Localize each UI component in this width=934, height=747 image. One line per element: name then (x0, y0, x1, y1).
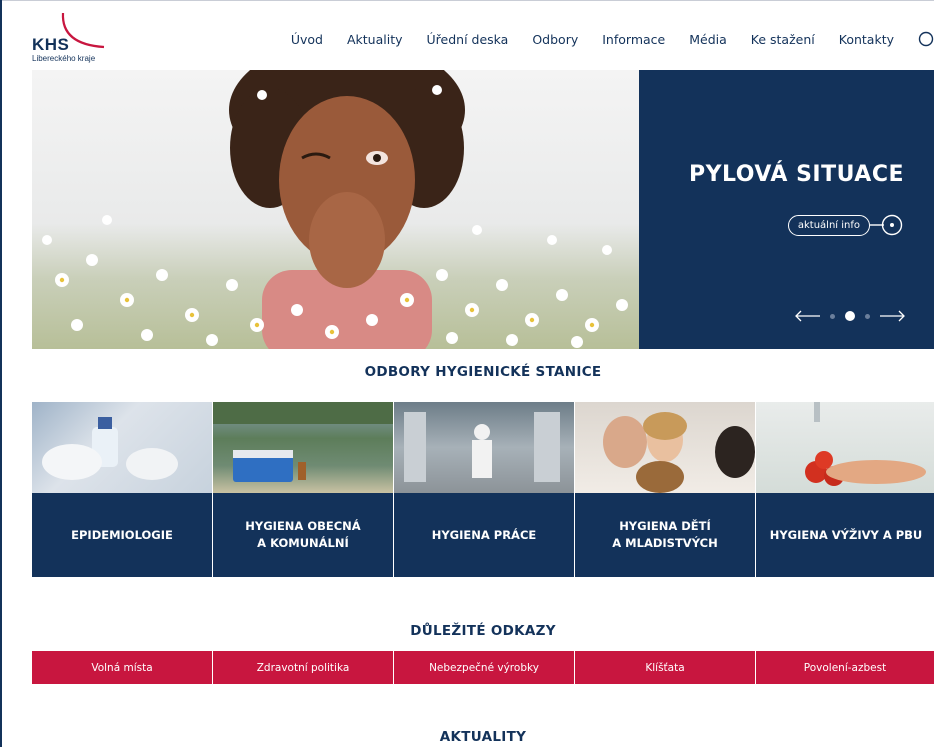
dept-card-hygiena-vyzivy[interactable]: HYGIENA VÝŽIVY A PBU (756, 402, 934, 577)
departments-grid: EPIDEMIOLOGIE HYGIENA OBECNÁ A KOMUNÁLNÍ… (32, 402, 934, 577)
search-icon[interactable] (918, 31, 934, 47)
dept-card-hygiena-obecna[interactable]: HYGIENA OBECNÁ A KOMUNÁLNÍ (213, 402, 393, 577)
arrow-right-icon[interactable] (880, 310, 906, 322)
link-klistata[interactable]: Klíšťata (575, 651, 755, 684)
slider-controls (794, 310, 906, 322)
links-heading: DŮLEŽITÉ ODKAZY (410, 623, 556, 639)
slider-dot-2[interactable] (845, 311, 855, 321)
factory-worker-image (404, 412, 560, 482)
hero-image (32, 70, 639, 349)
nav-item-aktuality[interactable]: Aktuality (347, 32, 403, 47)
link-povoleni-azbest[interactable]: Povolení-azbest (756, 651, 934, 684)
dept-label: HYGIENA DĚTÍ A MLADISTVÝCH (575, 493, 755, 577)
logo-text: KHS (32, 35, 70, 54)
dept-photo-epidemiologie (32, 402, 212, 493)
nav-item-media[interactable]: Média (689, 32, 727, 47)
dept-label: HYGIENA VÝŽIVY A PBU (756, 493, 934, 577)
dept-label: HYGIENA PRÁCE (394, 493, 574, 577)
dept-photo-hygiena-deti (575, 402, 755, 493)
news-heading: AKTUALITY (439, 729, 527, 745)
hero-slider: PYLOVÁ SITUACE aktuální info (32, 70, 934, 349)
hero-panel: PYLOVÁ SITUACE aktuální info (639, 70, 934, 349)
arrow-circle-icon[interactable] (870, 214, 904, 236)
nav-item-informace[interactable]: Informace (602, 32, 665, 47)
family-puppy-image (603, 412, 755, 493)
pond-cooler-image (213, 402, 393, 482)
hero-title: PYLOVÁ SITUACE (688, 162, 904, 187)
slider-dot-3[interactable] (865, 313, 870, 319)
dept-photo-hygiena-vyzivy (756, 402, 934, 493)
dept-card-hygiena-deti[interactable]: HYGIENA DĚTÍ A MLADISTVÝCH (575, 402, 755, 577)
dept-photo-hygiena-prace (394, 402, 574, 493)
main-nav: Úvod Aktuality Úřední deska Odbory Infor… (291, 31, 934, 47)
slider-dot-1[interactable] (830, 313, 835, 319)
link-volna-mista[interactable]: Volná místa (32, 651, 212, 684)
tomatoes-water-image (805, 402, 926, 486)
dept-photo-hygiena-obecna (213, 402, 393, 493)
important-links: Volná místa Zdravotní politika Nebezpečn… (32, 651, 934, 684)
nav-item-odbory[interactable]: Odbory (532, 32, 578, 47)
arrow-left-icon[interactable] (794, 310, 820, 322)
link-nebezpecne-vyrobky[interactable]: Nebezpečné výrobky (394, 651, 574, 684)
departments-heading: ODBORY HYGIENICKÉ STANICE (364, 364, 602, 380)
nav-item-kontakty[interactable]: Kontakty (839, 32, 894, 47)
dept-label: HYGIENA OBECNÁ A KOMUNÁLNÍ (213, 493, 393, 577)
site-header: KHS Libereckého kraje Úvod Aktuality Úře… (2, 1, 934, 69)
nav-item-uvod[interactable]: Úvod (291, 32, 323, 47)
nav-item-ke-stazeni[interactable]: Ke stažení (751, 32, 815, 47)
dept-card-epidemiologie[interactable]: EPIDEMIOLOGIE (32, 402, 212, 577)
logo-subtitle: Libereckého kraje (32, 54, 96, 63)
nav-item-uredni-deska[interactable]: Úřední deska (427, 32, 509, 47)
hero-cta[interactable]: aktuální info (787, 214, 904, 236)
aktualni-info-button[interactable]: aktuální info (787, 214, 870, 236)
dept-label: EPIDEMIOLOGIE (32, 493, 212, 577)
sanitizer-hands-image (42, 417, 178, 480)
hero-illustration (42, 70, 628, 349)
link-zdravotni-politika[interactable]: Zdravotní politika (213, 651, 393, 684)
dept-card-hygiena-prace[interactable]: HYGIENA PRÁCE (394, 402, 574, 577)
khs-logo[interactable]: KHS Libereckého kraje (32, 11, 122, 66)
window-left-border (0, 0, 2, 747)
